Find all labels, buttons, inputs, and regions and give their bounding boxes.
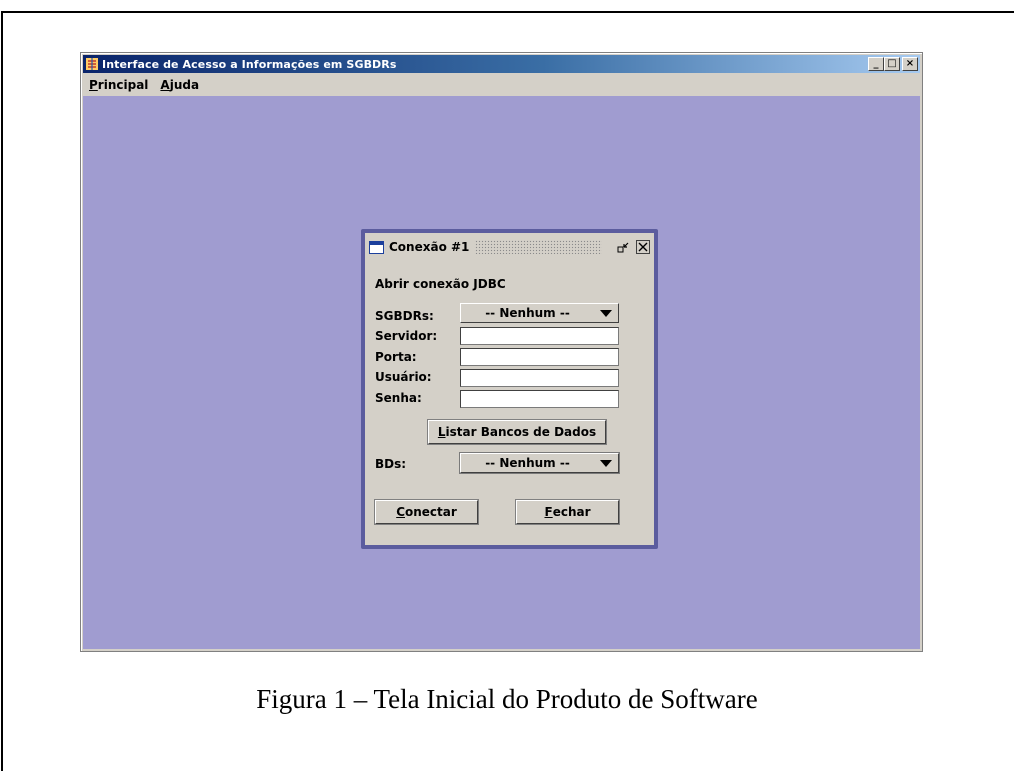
listar-mnemonic: L [437, 425, 446, 439]
fechar-label: echar [552, 505, 591, 519]
title-grip [475, 240, 602, 254]
fechar-mnemonic: F [544, 505, 553, 519]
bds-select-value: -- Nenhum -- [485, 456, 570, 470]
connection-dialog: Conexão #1 Abrir conexão JDBC SGBDRs: --… [361, 229, 658, 549]
dialog-close-icon [638, 242, 648, 252]
iconify-button[interactable] [616, 240, 630, 254]
chevron-down-icon [600, 459, 612, 467]
maximize-icon: □ [887, 58, 897, 69]
menu-principal-label: rincipal [97, 78, 149, 92]
dialog-title: Conexão #1 [389, 240, 470, 254]
listar-bancos-button[interactable]: Listar Bancos de Dados [428, 420, 606, 444]
maximize-button[interactable]: □ [884, 57, 900, 71]
conectar-mnemonic: C [396, 505, 405, 519]
app-window: Interface de Acesso a Informações em SGB… [80, 52, 923, 652]
sgbdrs-select[interactable]: -- Nenhum -- [460, 303, 619, 323]
minimize-icon: _ [873, 58, 879, 69]
chevron-down-icon [600, 309, 612, 317]
fechar-button[interactable]: Fechar [516, 500, 619, 524]
menu-ajuda[interactable]: Ajuda [154, 78, 205, 92]
usuario-input[interactable] [460, 369, 619, 387]
desktop-pane: Conexão #1 Abrir conexão JDBC SGBDRs: --… [83, 96, 920, 649]
listar-label: istar Bancos de Dados [445, 425, 597, 439]
iconify-icon [617, 242, 628, 252]
menu-ajuda-label: juda [169, 78, 200, 92]
bds-label: BDs: [375, 457, 407, 471]
menu-principal-mnemonic: P [89, 78, 98, 92]
conectar-button[interactable]: Conectar [375, 500, 478, 524]
sgbdrs-select-value: -- Nenhum -- [485, 306, 570, 320]
dialog-close-button[interactable] [636, 240, 650, 254]
frame-icon [369, 240, 384, 254]
porta-label: Porta: [375, 350, 417, 364]
window-title: Interface de Acesso a Informações em SGB… [102, 57, 397, 71]
dialog-heading: Abrir conexão JDBC [375, 277, 506, 291]
figure-caption: Figura 1 – Tela Inicial do Produto de So… [256, 684, 758, 714]
menu-principal[interactable]: Principal [83, 78, 154, 92]
sgbdrs-label: SGBDRs: [375, 309, 434, 323]
menu-bar: Principal Ajuda [83, 75, 920, 95]
dialog-title-bar[interactable]: Conexão #1 [369, 237, 650, 257]
servidor-input[interactable] [460, 327, 619, 345]
close-button[interactable]: × [902, 57, 918, 71]
java-app-icon [85, 57, 99, 71]
menu-ajuda-mnemonic: A [160, 78, 170, 92]
minimize-button[interactable]: _ [868, 57, 884, 71]
usuario-label: Usuário: [375, 370, 432, 384]
senha-input[interactable] [460, 390, 619, 408]
conectar-label: onectar [405, 505, 457, 519]
window-controls: _ □ × [868, 57, 918, 71]
porta-input[interactable] [460, 348, 619, 366]
bds-select[interactable]: -- Nenhum -- [459, 452, 620, 474]
servidor-label: Servidor: [375, 329, 438, 343]
title-bar[interactable]: Interface de Acesso a Informações em SGB… [83, 55, 920, 73]
senha-label: Senha: [375, 391, 422, 405]
close-icon: × [905, 58, 915, 69]
